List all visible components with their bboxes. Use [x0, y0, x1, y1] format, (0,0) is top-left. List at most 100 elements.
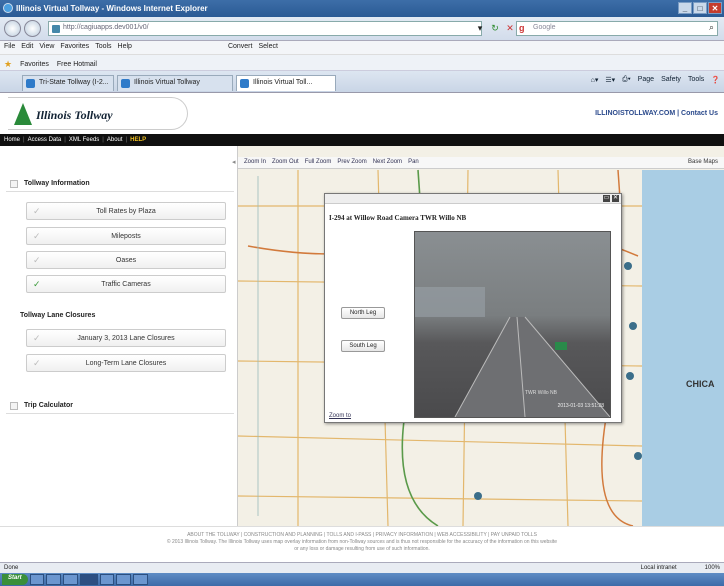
nav-access-data[interactable]: Access Data	[28, 137, 62, 146]
forward-button[interactable]	[24, 20, 41, 37]
collapse-panel-icon[interactable]: ◂	[232, 158, 236, 166]
google-icon: g	[519, 23, 525, 33]
address-url: http://cagiuapps.dev001/v0/	[63, 24, 149, 31]
minimize-button[interactable]: _	[678, 2, 692, 14]
checkmark-icon: ✓	[33, 358, 41, 368]
tab-label: Tri-State Tollway (I-2...	[39, 79, 109, 86]
address-toolbar: http://cagiuapps.dev001/v0/ ▾ ↻ ✕ g Goog…	[0, 17, 724, 41]
tab-virtual-toll-active[interactable]: Illinois Virtual Toll...	[236, 75, 336, 91]
stop-icon[interactable]: ✕	[504, 21, 516, 35]
back-button[interactable]	[4, 20, 21, 37]
item-label: Oases	[115, 257, 137, 264]
taskbar: Start	[0, 573, 724, 586]
print-icon[interactable]: ⎙▾	[622, 76, 631, 84]
camera-image: TWR Willo NB 2013-01-03 13:51:28	[414, 231, 611, 418]
left-panel: ◂ Tollway Information ✓ Toll Rates by Pl…	[0, 146, 238, 526]
zoom-out-button[interactable]: Zoom Out	[272, 159, 299, 168]
search-icon[interactable]: ⌕	[709, 22, 714, 33]
checkmark-icon: ✓	[33, 333, 41, 343]
next-zoom-button[interactable]: Next Zoom	[373, 159, 402, 168]
checkmark-icon: ✓	[33, 279, 41, 289]
popup-minimize-icon[interactable]: ▭	[603, 195, 610, 202]
checkmark-icon: ✓	[33, 206, 41, 216]
zoom-to-link[interactable]: Zoom to	[329, 413, 351, 419]
maximize-button[interactable]: □	[693, 2, 707, 14]
item-label: Toll Rates by Plaza	[96, 208, 156, 215]
taskbar-item[interactable]	[133, 574, 148, 585]
page-menu[interactable]: Page	[638, 76, 654, 84]
site-nav: Home | Access Data | XML Feeds | About | HEL…	[0, 134, 724, 146]
taskbar-item[interactable]	[63, 574, 78, 585]
nav-xml-feeds[interactable]: XML Feeds	[69, 137, 99, 146]
checkmark-icon: ✓	[33, 231, 41, 241]
convert-button[interactable]: Convert	[228, 43, 253, 54]
site-home-link[interactable]: ILLINOISTOLLWAY.COM	[595, 110, 675, 117]
taskbar-item[interactable]	[29, 574, 45, 585]
tab-label: Illinois Virtual Tollway	[134, 79, 200, 86]
full-zoom-button[interactable]: Full Zoom	[305, 159, 332, 168]
help-icon[interactable]: ❓	[711, 76, 720, 84]
toggle-long-term-closures[interactable]: ✓ Long-Term Lane Closures	[26, 354, 226, 372]
tollway-logo[interactable]: Illinois Tollway	[8, 97, 188, 130]
base-maps-dropdown[interactable]: Base Maps	[688, 159, 718, 168]
safety-menu[interactable]: Safety	[661, 76, 681, 84]
zoom-level[interactable]: 100%	[705, 565, 720, 571]
footer-links[interactable]: ABOUT THE TOLLWAY | CONSTRUCTION AND PLA…	[0, 532, 724, 539]
close-window-button[interactable]: ✕	[708, 2, 722, 14]
feeds-icon[interactable]: ☰▾	[605, 76, 615, 84]
toggle-january-closures[interactable]: ✓ January 3, 2013 Lane Closures	[26, 329, 226, 347]
north-leg-button[interactable]: North Leg	[341, 307, 385, 319]
address-bar[interactable]: http://cagiuapps.dev001/v0/	[48, 21, 482, 36]
refresh-icon[interactable]: ↻	[489, 21, 501, 35]
start-button[interactable]: Start	[2, 574, 28, 585]
zoom-in-button[interactable]: Zoom In	[244, 159, 266, 168]
toggle-toll-rates[interactable]: ✓ Toll Rates by Plaza	[26, 202, 226, 220]
search-placeholder: Google	[533, 24, 556, 31]
item-label: Traffic Cameras	[101, 281, 151, 288]
dropdown-icon[interactable]: ▾	[474, 21, 486, 35]
menu-edit[interactable]: Edit	[21, 43, 33, 54]
map-toolbar: Zoom In Zoom Out Full Zoom Prev Zoom Nex…	[238, 157, 724, 169]
menu-tools[interactable]: Tools	[95, 43, 111, 54]
taskbar-item[interactable]	[99, 574, 115, 585]
favorites-bar: ★ Favorites Free Hotmail	[0, 55, 724, 71]
section-tollway-information[interactable]: Tollway Information	[6, 176, 234, 192]
city-label: CHICA	[686, 379, 715, 389]
toggle-oases[interactable]: ✓ Oases	[26, 251, 226, 269]
prev-zoom-button[interactable]: Prev Zoom	[337, 159, 366, 168]
menu-favorites[interactable]: Favorites	[60, 43, 89, 54]
toggle-mileposts[interactable]: ✓ Mileposts	[26, 227, 226, 245]
favorite-item-hotmail[interactable]: Free Hotmail	[57, 61, 97, 68]
camera-timestamp: 2013-01-03 13:51:28	[557, 403, 604, 409]
search-input[interactable]: g Google ⌕	[516, 21, 718, 36]
item-label: Mileposts	[111, 233, 141, 240]
home-icon[interactable]: ⌂▾	[591, 76, 599, 84]
taskbar-item-active[interactable]	[79, 574, 98, 585]
popup-close-icon[interactable]: ✕	[612, 195, 619, 202]
footer-disclaimer-2: or any loss or damage resulting from use…	[294, 546, 430, 552]
select-button[interactable]: Select	[258, 43, 277, 54]
nav-home[interactable]: Home	[4, 137, 20, 146]
contact-us-link[interactable]: Contact Us	[681, 110, 718, 117]
taskbar-item[interactable]	[116, 574, 132, 585]
menu-view[interactable]: View	[39, 43, 54, 54]
pan-button[interactable]: Pan	[408, 159, 419, 168]
south-leg-button[interactable]: South Leg	[341, 340, 385, 352]
tab-virtual-tollway[interactable]: Illinois Virtual Tollway	[117, 75, 233, 91]
menu-bar: File Edit View Favorites Tools Help Conv…	[0, 41, 724, 55]
nav-about[interactable]: About	[107, 137, 123, 146]
site-footer: ABOUT THE TOLLWAY | CONSTRUCTION AND PLA…	[0, 526, 724, 562]
ie-logo-icon	[3, 3, 13, 13]
menu-help[interactable]: Help	[118, 43, 132, 54]
item-label: Long-Term Lane Closures	[85, 360, 167, 367]
favorites-button[interactable]: Favorites	[20, 61, 49, 68]
section-trip-calculator[interactable]: Trip Calculator	[6, 398, 234, 414]
tab-favicon-icon	[240, 79, 249, 88]
menu-file[interactable]: File	[4, 43, 15, 54]
tools-menu[interactable]: Tools	[688, 76, 704, 84]
toggle-traffic-cameras[interactable]: ✓ Traffic Cameras	[26, 275, 226, 293]
nav-help[interactable]: HELP	[130, 137, 146, 146]
section-title: Tollway Information	[24, 180, 90, 187]
tab-tri-state[interactable]: Tri-State Tollway (I-2...	[22, 75, 114, 91]
taskbar-item[interactable]	[46, 574, 62, 585]
